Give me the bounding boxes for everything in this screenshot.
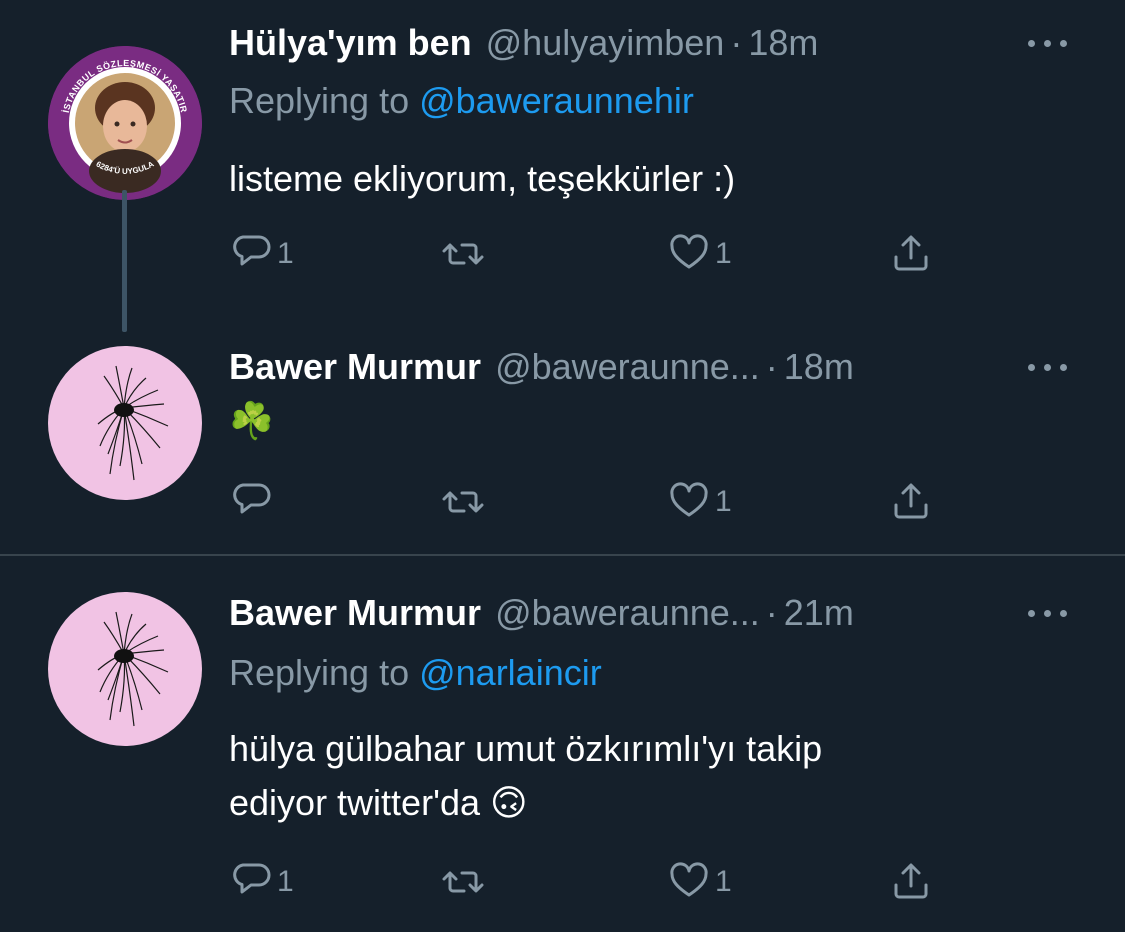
- reply-icon: [233, 235, 271, 266]
- retweet-button[interactable]: [441, 230, 489, 278]
- action-bar: 1 1: [229, 230, 949, 278]
- reply-button[interactable]: 1: [229, 858, 294, 906]
- share-icon: [894, 483, 928, 519]
- avatar-image: [97, 365, 169, 481]
- tweet-header: Bawer Murmur @baweraunne... · 18m: [229, 346, 1065, 390]
- handle[interactable]: @baweraunne...: [495, 346, 760, 388]
- display-name[interactable]: Bawer Murmur: [229, 592, 481, 634]
- tweet-header: Bawer Murmur @baweraunne... · 21m: [229, 592, 1065, 636]
- separator-dot: ·: [765, 592, 778, 633]
- reply-count: 1: [277, 237, 294, 270]
- tweet-text: listeme ekliyorum, teşekkürler :): [229, 158, 736, 199]
- tweet-text-line-2: ediyor twitter'da 🙃: [229, 782, 528, 823]
- retweet-icon: [442, 491, 484, 513]
- like-icon: [670, 862, 708, 897]
- timestamp[interactable]: 21m: [784, 592, 854, 634]
- share-button[interactable]: [889, 230, 933, 278]
- timestamp[interactable]: 18m: [784, 346, 854, 388]
- replying-to: Replying to @narlaincir: [229, 652, 602, 694]
- tweet-1[interactable]: İSTANBUL SÖZLEŞMESİ YAŞATIR 6284'Ü UYGUL…: [0, 0, 1125, 340]
- share-icon: [894, 863, 928, 899]
- tweet-text-line-1: hülya gülbahar umut özkırımlı'yı takip: [229, 728, 823, 769]
- avatar[interactable]: [48, 592, 202, 746]
- avatar[interactable]: İSTANBUL SÖZLEŞMESİ YAŞATIR 6284'Ü UYGUL…: [48, 46, 202, 200]
- handle[interactable]: @baweraunne...: [495, 592, 760, 634]
- retweet-icon: [442, 871, 484, 893]
- more-icon[interactable]: [1026, 358, 1070, 378]
- handle[interactable]: @hulyayimben: [486, 22, 725, 64]
- avatar[interactable]: [48, 346, 202, 500]
- retweet-button[interactable]: [441, 858, 489, 906]
- reply-button[interactable]: [229, 478, 277, 526]
- share-button[interactable]: [889, 478, 933, 526]
- avatar-image: [97, 611, 169, 727]
- tweet-2[interactable]: Bawer Murmur @baweraunne... · 18m ☘️ 1: [0, 340, 1125, 554]
- retweet-button[interactable]: [441, 478, 489, 526]
- more-icon[interactable]: [1026, 34, 1070, 54]
- like-count: 1: [715, 237, 732, 270]
- tweet-text: ☘️: [229, 400, 274, 441]
- like-button[interactable]: 1: [667, 478, 732, 526]
- like-icon: [670, 234, 708, 269]
- replying-to: Replying to @baweraunnehir: [229, 80, 694, 122]
- reply-icon: [233, 483, 271, 514]
- reply-icon: [233, 863, 271, 894]
- more-icon[interactable]: [1026, 604, 1070, 624]
- tweet-header: Hülya'yım ben @hulyayimben · 18m: [229, 22, 1065, 66]
- display-name[interactable]: Hülya'yım ben: [229, 22, 472, 64]
- like-button[interactable]: 1: [667, 230, 732, 278]
- share-button[interactable]: [889, 858, 933, 906]
- retweet-icon: [442, 243, 484, 265]
- share-icon: [894, 235, 928, 271]
- thread-line: [122, 190, 127, 332]
- replying-prefix: Replying to: [229, 652, 420, 693]
- tweet-text: hülya gülbahar umut özkırımlı'yı takip e…: [229, 722, 822, 830]
- action-bar: 1 1: [229, 858, 949, 906]
- replying-prefix: Replying to: [229, 80, 420, 121]
- display-name[interactable]: Bawer Murmur: [229, 346, 481, 388]
- like-icon: [670, 482, 708, 517]
- mention-link[interactable]: @narlaincir: [419, 652, 602, 693]
- separator-dot: ·: [730, 22, 743, 63]
- like-count: 1: [715, 865, 732, 898]
- mention-link[interactable]: @baweraunnehir: [419, 80, 694, 121]
- timestamp[interactable]: 18m: [748, 22, 818, 64]
- reply-button[interactable]: 1: [229, 230, 294, 278]
- separator-dot: ·: [765, 346, 778, 387]
- avatar-badge-image: İSTANBUL SÖZLEŞMESİ YAŞATIR 6284'Ü UYGUL…: [48, 46, 202, 200]
- reply-count: 1: [277, 865, 294, 898]
- like-count: 1: [715, 485, 732, 518]
- action-bar: 1: [229, 478, 949, 526]
- tweet-3[interactable]: Bawer Murmur @baweraunne... · 21m Replyi…: [0, 556, 1125, 932]
- like-button[interactable]: 1: [667, 858, 732, 906]
